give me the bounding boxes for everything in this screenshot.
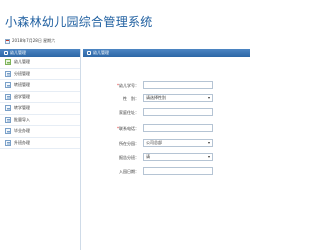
phone-label-text: 联系电话： [119, 126, 139, 131]
form-row-class: 报告分班： 请 [83, 153, 250, 163]
app-header: 小森林幼儿园综合管理系统 2018年7月28日 星期六 [0, 0, 250, 46]
document-icon [5, 82, 11, 89]
document-icon [5, 139, 11, 146]
form-row-phone: *联系电话： [83, 124, 250, 134]
campus-label: 所在分园： [119, 141, 139, 146]
address-input[interactable] [146, 109, 212, 115]
main-panel: 幼儿管理 *幼儿学号： 性 别： 请选择性别 家庭住址： *联系电话： 所在分园… [83, 49, 250, 250]
form-row-gender: 性 别： 请选择性别 [83, 94, 250, 104]
panel-header: 幼儿管理 [83, 49, 250, 57]
sidebar-item-label: 升班办理 [14, 139, 30, 145]
sidebar-item-class-assignment[interactable]: 分班管理 [0, 69, 80, 80]
document-icon [5, 116, 11, 123]
sidebar-heading: 幼儿管理 [10, 50, 26, 55]
sidebar-item-batch-import[interactable]: 批量导入 [0, 115, 80, 126]
phone-label: *联系电话： [117, 126, 139, 132]
sidebar-item-label: 幼儿管理 [14, 59, 30, 65]
current-date: 2018年7月28日 星期六 [12, 38, 56, 43]
sidebar-item-label: 毕业办理 [14, 128, 30, 134]
student-no-input[interactable] [146, 82, 212, 88]
sidebar-item-school-transfer[interactable]: 转学管理 [0, 103, 80, 115]
class-select[interactable]: 请 [143, 153, 213, 161]
class-label: 报告分班： [119, 155, 139, 160]
sidebar-item-withdrawal[interactable]: 退学管理 [0, 92, 80, 103]
document-icon [5, 128, 11, 135]
panel-icon [87, 51, 91, 55]
gender-selected: 请选择性别 [146, 95, 166, 100]
sidebar-item-graduation[interactable]: 毕业办理 [0, 126, 80, 138]
gender-select[interactable]: 请选择性别 [143, 94, 213, 102]
sidebar-item-label: 批量导入 [14, 116, 30, 122]
student-no-label: *幼儿学号： [117, 83, 139, 89]
form-row-enroll-date: 入园日期： [83, 167, 250, 177]
campus-select[interactable]: 公司总部 [143, 139, 213, 147]
sidebar-item-label: 退学管理 [14, 93, 30, 99]
panel-heading: 幼儿管理 [93, 50, 109, 55]
address-label: 家庭住址： [119, 110, 139, 115]
enroll-date-field[interactable] [143, 167, 213, 175]
sidebar-item-label: 分班管理 [14, 70, 30, 76]
enroll-date-label: 入园日期： [119, 169, 139, 174]
app-title: 小森林幼儿园综合管理系统 [5, 15, 153, 29]
chevron-down-icon [208, 142, 210, 144]
document-icon [5, 105, 11, 112]
class-selected: 请 [146, 154, 150, 159]
date-row: 2018年7月28日 星期六 [5, 38, 55, 44]
enroll-date-input[interactable] [146, 168, 212, 174]
sidebar-item-class-transfer[interactable]: 转班管理 [0, 80, 80, 92]
phone-input[interactable] [146, 125, 212, 131]
sidebar: 幼儿管理 幼儿管理 分班管理 转班管理 退学管理 转学管理 批量导入 毕业办理 … [0, 49, 81, 250]
sidebar-item-label: 转班管理 [14, 82, 30, 88]
calendar-icon [5, 38, 10, 44]
menu-icon [4, 51, 8, 55]
phone-field[interactable] [143, 124, 213, 132]
form-row-address: 家庭住址： [83, 108, 250, 118]
student-no-field[interactable] [143, 81, 213, 89]
document-icon [5, 70, 11, 77]
chevron-down-icon [208, 156, 210, 158]
sidebar-item-child-management[interactable]: 幼儿管理 [0, 57, 80, 69]
sidebar-item-promotion[interactable]: 升班办理 [0, 138, 80, 149]
chevron-down-icon [208, 97, 210, 99]
sidebar-item-label: 转学管理 [14, 105, 30, 111]
student-no-label-text: 幼儿学号： [119, 83, 139, 88]
form-row-student-no: *幼儿学号： [83, 81, 250, 91]
document-icon [5, 59, 11, 66]
sidebar-header: 幼儿管理 [0, 49, 80, 57]
form-row-campus: 所在分园： 公司总部 [83, 139, 250, 149]
campus-selected: 公司总部 [146, 140, 162, 145]
gender-label: 性 别： [123, 96, 139, 101]
address-field[interactable] [143, 108, 213, 116]
document-icon [5, 93, 11, 100]
